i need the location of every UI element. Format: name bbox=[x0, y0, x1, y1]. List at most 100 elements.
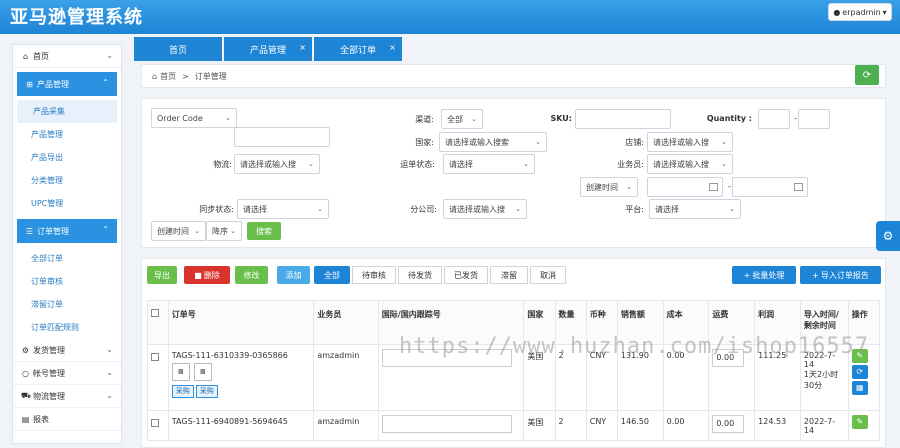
sidebar-item-reports[interactable]: ▤ 报表 bbox=[13, 408, 121, 431]
profit-cell: 124.53 bbox=[754, 410, 801, 441]
tab-status-pending-review[interactable]: 待审核 bbox=[352, 266, 396, 284]
quantity-max-input[interactable] bbox=[798, 109, 830, 129]
chevron-down-icon: ⌄ bbox=[535, 138, 541, 146]
search-button[interactable]: 搜索 bbox=[247, 222, 281, 240]
export-button[interactable]: 导出 bbox=[147, 266, 177, 284]
sort-order-select[interactable]: 降序 ⌄ bbox=[206, 221, 242, 241]
chevron-down-icon: ⌄ bbox=[106, 391, 113, 400]
row-checkbox[interactable] bbox=[147, 344, 169, 411]
save-icon[interactable]: ▦ bbox=[851, 381, 868, 395]
chevron-down-icon: ⌄ bbox=[626, 183, 632, 191]
sidebar-item-accounts[interactable]: ○ 帐号管理 ⌄ bbox=[13, 362, 121, 385]
shop-select[interactable]: 请选择或输入搜 ⌄ bbox=[647, 132, 733, 152]
tab-home[interactable]: 首页 bbox=[134, 37, 222, 61]
import-report-button[interactable]: + 导入订单报告 bbox=[800, 266, 881, 284]
order-code-input[interactable] bbox=[234, 127, 330, 147]
sort-field-select[interactable]: 创建时间 ⌄ bbox=[151, 221, 206, 241]
edit-icon[interactable]: ✎ bbox=[851, 415, 868, 429]
branch-select[interactable]: 请选择或输入搜 ⌄ bbox=[443, 199, 527, 219]
col-salesman[interactable]: 业务员 bbox=[313, 300, 379, 345]
sidebar-sub-category[interactable]: 分类管理 bbox=[13, 169, 121, 192]
tab-all-orders[interactable]: 全部订单 × bbox=[314, 37, 402, 61]
chevron-down-icon: ⌄ bbox=[317, 205, 323, 213]
end-date-input[interactable] bbox=[732, 177, 808, 197]
sidebar-item-product-management[interactable]: ⊞ 产品管理 ⌃ bbox=[17, 72, 117, 96]
settings-icon: ⚙ bbox=[21, 345, 30, 355]
row-checkbox[interactable] bbox=[147, 410, 169, 441]
sku-input[interactable] bbox=[575, 109, 671, 129]
user-icon: ● bbox=[833, 7, 841, 17]
freight-input[interactable]: 0.00 bbox=[712, 415, 745, 433]
tab-status-shipped[interactable]: 已发货 bbox=[444, 266, 488, 284]
add-button[interactable]: 添加 bbox=[277, 266, 310, 284]
purchase-tag[interactable]: 采购 bbox=[171, 385, 194, 398]
order-number[interactable]: TAGS-111-6310339-0365866 bbox=[172, 351, 311, 360]
tab-status-stuck[interactable]: 滞留 bbox=[490, 266, 528, 284]
sidebar-sub-product-export[interactable]: 产品导出 bbox=[13, 146, 121, 169]
order-code-select[interactable]: Order Code ⌄ bbox=[151, 108, 237, 128]
delete-button[interactable]: ■ 删除 bbox=[184, 266, 230, 284]
trash-icon: ■ bbox=[194, 270, 202, 280]
breadcrumb-current: 订单管理 bbox=[194, 71, 227, 81]
purchase-tag[interactable]: 采购 bbox=[195, 385, 218, 398]
user-menu-button[interactable]: ● erpadmin ▾ bbox=[828, 3, 892, 21]
import-time: 2022-7-14 bbox=[799, 410, 849, 441]
batch-process-button[interactable]: + 批量处理 bbox=[732, 266, 796, 284]
tab-status-all[interactable]: 全部 bbox=[314, 266, 350, 284]
sidebar-sub-upc[interactable]: UPC管理 bbox=[13, 192, 121, 215]
channel-select[interactable]: 全部 ⌄ bbox=[441, 109, 483, 129]
tab-product-management[interactable]: 产品管理 × bbox=[224, 37, 312, 61]
refresh-button[interactable]: ⟳ bbox=[855, 65, 879, 85]
close-icon[interactable]: × bbox=[299, 43, 306, 52]
logistics-select[interactable]: 请选择或输入搜 ⌄ bbox=[234, 154, 320, 174]
sidebar-item-logistics[interactable]: ⛟ 物流管理 ⌄ bbox=[13, 385, 121, 408]
chevron-up-icon: ⌃ bbox=[102, 225, 109, 234]
edit-button[interactable]: 修改 bbox=[235, 266, 268, 284]
chevron-down-icon: ⌄ bbox=[106, 345, 113, 354]
product-thumbnail: ▩ bbox=[193, 363, 212, 381]
gear-icon: ⚙ bbox=[882, 229, 894, 243]
sidebar-sub-stuck-orders[interactable]: 滞留订单 bbox=[13, 293, 121, 316]
sidebar-sub-all-orders[interactable]: 全部订单 bbox=[13, 247, 121, 270]
sidebar-sub-order-rules[interactable]: 订单匹配规则 bbox=[13, 316, 121, 339]
orders-table: 订单号 业务员 国际/国内跟踪号 国家 数量 币种 销售额 成本 运费 利润 导… bbox=[147, 300, 881, 441]
tab-status-pending-ship[interactable]: 待发货 bbox=[398, 266, 442, 284]
breadcrumb-home[interactable]: 首页 bbox=[160, 71, 176, 82]
sidebar: ⌂ 首页 ⌄ ⊞ 产品管理 ⌃ 产品采集 产品管理 产品导出 分类管理 UPC管理 ☰ 订… bbox=[12, 44, 122, 444]
salesman-select[interactable]: 请选择或输入搜 ⌄ bbox=[647, 154, 733, 174]
order-number[interactable]: TAGS-111-6940891-5694645 bbox=[167, 410, 315, 441]
chevron-down-icon: ⌄ bbox=[230, 227, 236, 235]
truck-icon: ⛟ bbox=[21, 391, 32, 400]
tab-status-cancelled[interactable]: 取消 bbox=[530, 266, 566, 284]
col-order-no[interactable]: 订单号 bbox=[167, 300, 315, 345]
chevron-down-icon: ⌄ bbox=[106, 51, 113, 60]
sidebar-sub-order-review[interactable]: 订单审核 bbox=[13, 270, 121, 293]
time-type-select[interactable]: 创建时间 ⌄ bbox=[580, 177, 638, 197]
ship-status-select[interactable]: 请选择 ⌄ bbox=[443, 154, 535, 174]
chart-icon: ▤ bbox=[21, 414, 30, 424]
salesman-cell: amzadmin bbox=[313, 410, 379, 441]
select-all-checkbox[interactable] bbox=[147, 300, 169, 345]
tracking-input[interactable] bbox=[381, 415, 512, 433]
sidebar-sub-product-manage[interactable]: 产品管理 bbox=[13, 123, 121, 146]
chevron-up-icon: ⌃ bbox=[102, 78, 109, 87]
country-select[interactable]: 请选择或输入搜索 ⌄ bbox=[439, 132, 547, 152]
sidebar-item-home[interactable]: ⌂ 首页 ⌄ bbox=[13, 45, 121, 68]
watermark: https://www.huzhan.com/ishop16557 bbox=[399, 334, 870, 359]
platform-select[interactable]: 请选择 ⌄ bbox=[649, 199, 741, 219]
chevron-down-icon: ⌄ bbox=[471, 115, 477, 123]
refresh-icon[interactable]: ⟳ bbox=[851, 365, 868, 379]
chevron-down-icon: ⌄ bbox=[308, 160, 314, 168]
sidebar-sub-product-collect[interactable]: 产品采集 bbox=[17, 100, 117, 123]
cost-cell: 0.00 bbox=[662, 410, 710, 441]
close-icon[interactable]: × bbox=[389, 43, 396, 52]
start-date-input[interactable] bbox=[647, 177, 723, 197]
country-cell: 美国 bbox=[523, 410, 556, 441]
chevron-down-icon: ⌄ bbox=[106, 368, 113, 377]
settings-float-button[interactable]: ⚙ bbox=[876, 221, 900, 251]
quantity-min-input[interactable] bbox=[758, 109, 790, 129]
sync-status-select[interactable]: 请选择 ⌄ bbox=[237, 199, 329, 219]
list-icon: ☰ bbox=[25, 226, 34, 236]
sidebar-item-shipping[interactable]: ⚙ 发货管理 ⌄ bbox=[13, 339, 121, 362]
sidebar-item-order-management[interactable]: ☰ 订单管理 ⌃ bbox=[17, 219, 117, 243]
